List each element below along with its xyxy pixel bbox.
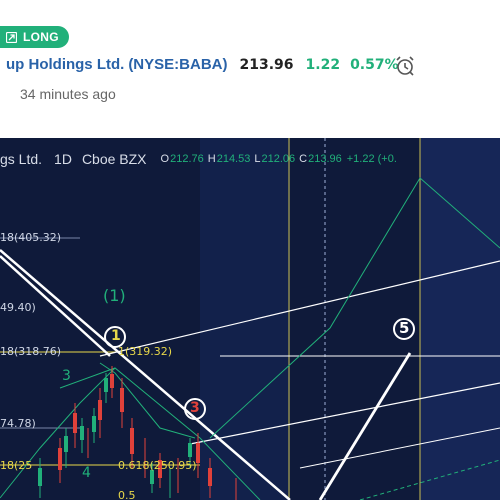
- legend-symbol[interactable]: gs Ltd.: [0, 151, 42, 167]
- fib-price-label-3: 0.5: [118, 489, 136, 500]
- alarm-clock-icon[interactable]: [394, 55, 416, 77]
- long-badge-label: LONG: [23, 30, 59, 44]
- chart-legend: gs Ltd. 1D Cboe BZX O 212.76 H 214.53 L 212…: [0, 150, 397, 168]
- ohlc-close: 213.96: [308, 153, 342, 165]
- long-badge: LONG: [0, 26, 69, 48]
- fib-label-2: 49.40): [0, 301, 36, 314]
- ticker-link[interactable]: (NYSE:BABA): [128, 56, 227, 73]
- chart-drawing: [0, 138, 500, 500]
- wave-label-3: 3: [190, 400, 200, 416]
- price-change: 1.22: [305, 56, 341, 73]
- wave-label-4-green: 4: [82, 465, 91, 481]
- last-price: 213.96: [239, 56, 294, 73]
- published-time: 34 minutes ago: [20, 86, 116, 102]
- ohlc-close-key: C: [299, 153, 308, 165]
- legend-timeframe[interactable]: 1D: [54, 151, 72, 167]
- ohlc-low-key: L: [254, 153, 261, 165]
- fib-price-label-2: 0.618(250.95): [118, 459, 197, 472]
- fib-price-label-1: 1(319.32): [118, 345, 173, 358]
- arrow-up-right-icon: [6, 31, 17, 43]
- ohlc-high: 214.53: [216, 153, 251, 165]
- ohlc-low: 212.06: [261, 153, 296, 165]
- fib-label-5: 18(25: [0, 459, 33, 472]
- ohlc-open: 212.76: [170, 153, 204, 165]
- ohlc-open-key: O: [160, 153, 170, 165]
- ohlc-high-key: H: [207, 153, 216, 165]
- symbol-headline: up Holdings Ltd. (NYSE:BABA) 213.96 1.22…: [6, 56, 399, 73]
- wave-label-3-green: 3: [62, 368, 71, 384]
- fib-label-4: 74.78): [0, 417, 36, 430]
- ohlc-change: +1.22 (+0.: [346, 153, 397, 165]
- wave-label-1: 1: [111, 328, 121, 344]
- price-change-percent: 0.57%: [350, 56, 399, 73]
- idea-header: LONG up Holdings Ltd. (NYSE:BABA) 213.96…: [0, 0, 500, 138]
- fib-label-3: 18(318.76): [0, 345, 62, 358]
- company-name-link[interactable]: up Holdings Ltd.: [6, 56, 124, 73]
- wave-label-1-green: (1): [103, 286, 126, 305]
- fib-label-1: 18(405.32): [0, 231, 62, 244]
- wave-label-5: 5: [399, 319, 410, 337]
- price-chart[interactable]: gs Ltd. 1D Cboe BZX O 212.76 H 214.53 L 212…: [0, 138, 500, 500]
- legend-exchange: Cboe BZX: [81, 151, 147, 167]
